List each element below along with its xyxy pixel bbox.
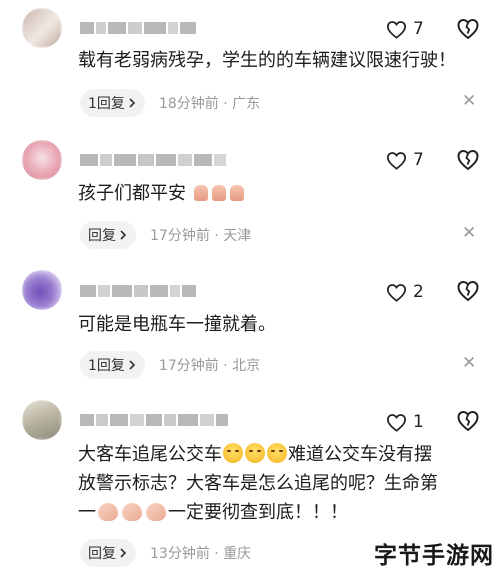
comment-text: 可能是电瓶车一撞就着。 (78, 314, 276, 335)
avatar[interactable] (22, 8, 62, 48)
close-icon[interactable]: ✕ (462, 223, 476, 243)
chevron-right-icon (129, 98, 136, 108)
comment-text: 孩子们都平安 (78, 179, 490, 209)
praying-hands-emoji (193, 185, 208, 201)
avatar[interactable] (22, 400, 62, 440)
username-blurred[interactable] (80, 283, 196, 299)
flexed-biceps-emoji (98, 503, 118, 521)
pensive-face-emoji (267, 443, 287, 463)
comment-time: 18分钟前 · 广东 (158, 96, 261, 112)
close-icon[interactable]: ✕ (462, 353, 476, 373)
comment-meta: 回复 13分钟前 · 重庆 (80, 539, 251, 567)
avatar[interactable] (22, 270, 62, 310)
chevron-right-icon (129, 360, 136, 370)
username-blurred[interactable] (80, 20, 196, 36)
like-count: 7 (413, 19, 424, 39)
heart-outline-icon (386, 20, 407, 39)
like-count: 2 (413, 282, 424, 302)
username-blurred[interactable] (80, 152, 226, 168)
broken-heart-icon[interactable] (456, 279, 480, 303)
heart-outline-icon (386, 283, 407, 302)
broken-heart-icon[interactable] (456, 148, 480, 172)
avatar[interactable] (22, 140, 62, 180)
reply-button[interactable]: 回复 (80, 221, 136, 249)
praying-hands-emoji (211, 185, 226, 201)
heart-outline-icon (386, 413, 407, 432)
chevron-right-icon (120, 548, 127, 558)
comment-text: 大客车追尾公交车 难道公交车没有摆 放警示标志？大客车是怎么追尾的呢？生命第一一定要… (78, 443, 438, 523)
praying-hands-emoji (229, 185, 244, 201)
username-blurred[interactable] (80, 412, 228, 428)
broken-heart-icon[interactable] (456, 409, 480, 433)
like-count: 1 (413, 412, 424, 432)
chevron-right-icon (120, 230, 127, 240)
reply-button[interactable]: 1回复 (80, 351, 145, 379)
heart-outline-icon (386, 151, 407, 170)
comment-meta: 回复 17分钟前 · 天津 (80, 221, 251, 249)
like-button[interactable]: 2 (386, 282, 424, 302)
comment-time: 17分钟前 · 北京 (158, 358, 261, 374)
flexed-biceps-emoji (122, 503, 142, 521)
flexed-biceps-emoji (146, 503, 166, 521)
pensive-face-emoji (245, 443, 265, 463)
comment-time: 17分钟前 · 天津 (150, 228, 252, 244)
comment-meta: 1回复 18分钟前 · 广东 (80, 89, 260, 117)
like-button[interactable]: 7 (386, 19, 424, 39)
comment-meta: 1回复 17分钟前 · 北京 (80, 351, 260, 379)
watermark-logo: 字节手游网 (374, 543, 494, 569)
like-count: 7 (413, 150, 424, 170)
close-icon[interactable]: ✕ (462, 91, 476, 111)
broken-heart-icon[interactable] (456, 17, 480, 41)
reply-button[interactable]: 回复 (80, 539, 136, 567)
like-button[interactable]: 7 (386, 150, 424, 170)
reply-button[interactable]: 1回复 (80, 89, 145, 117)
like-button[interactable]: 1 (386, 412, 424, 432)
comment-time: 13分钟前 · 重庆 (150, 546, 252, 562)
comment-text: 载有老弱病残孕，学生的的车辆建议限速行驶！ (78, 50, 456, 71)
pensive-face-emoji (223, 443, 243, 463)
